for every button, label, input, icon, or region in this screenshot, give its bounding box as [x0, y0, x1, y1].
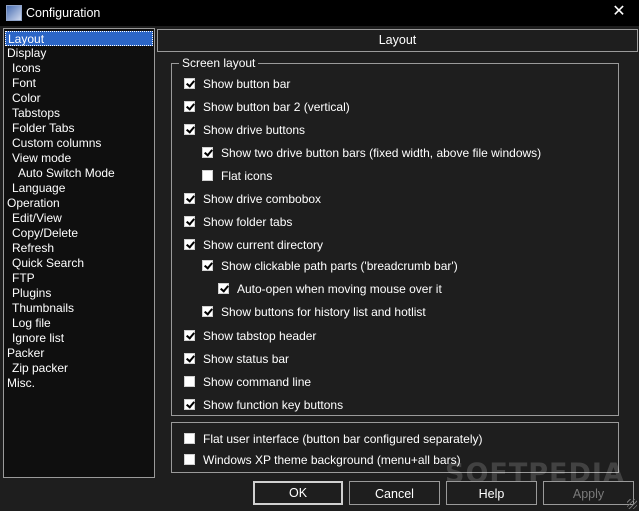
cancel-button[interactable]: Cancel	[349, 481, 440, 505]
tree-item-icons[interactable]: Icons	[12, 61, 41, 75]
tree-item-font[interactable]: Font	[12, 76, 36, 90]
checkbox[interactable]	[202, 260, 213, 271]
option-label: Auto-open when moving mouse over it	[237, 282, 442, 296]
help-button[interactable]: Help	[446, 481, 537, 505]
option-label: Show two drive button bars (fixed width,…	[221, 146, 542, 160]
tree-item-misc[interactable]: Misc.	[7, 376, 35, 390]
option-label: Show drive combobox	[203, 192, 322, 206]
option-label: Windows XP theme background (menu+all ba…	[203, 453, 461, 467]
checkbox[interactable]	[184, 399, 195, 410]
tree-item-edit-view[interactable]: Edit/View	[12, 211, 62, 225]
tree-item-display[interactable]: Display	[7, 46, 46, 60]
option-label: Show current directory	[203, 238, 324, 252]
tree-item-view-mode[interactable]: View mode	[12, 151, 71, 165]
apply-button[interactable]: Apply	[543, 481, 634, 505]
section-header: Layout	[157, 29, 638, 52]
tree-item-refresh[interactable]: Refresh	[12, 241, 54, 255]
checkbox[interactable]	[202, 306, 213, 317]
option-label: Flat icons	[221, 169, 273, 183]
resize-grip-icon[interactable]	[627, 499, 637, 509]
title-bar: Configuration ✕	[0, 0, 639, 26]
tree-item-auto-switch-mode[interactable]: Auto Switch Mode	[18, 166, 115, 180]
option-label: Show function key buttons	[203, 398, 344, 412]
option-label: Show button bar	[203, 77, 291, 91]
tree-item-color[interactable]: Color	[12, 91, 41, 105]
app-icon	[6, 5, 22, 21]
tree-item-copy-delete[interactable]: Copy/Delete	[12, 226, 78, 240]
option-label: Show button bar 2 (vertical)	[203, 100, 350, 114]
checkbox[interactable]	[184, 78, 195, 89]
checkbox[interactable]	[184, 433, 195, 444]
ok-button[interactable]: OK	[253, 481, 343, 505]
category-tree[interactable]: Layout Display Icons Font Color Tabstops…	[3, 28, 155, 478]
tree-item-ignore-list[interactable]: Ignore list	[12, 331, 64, 345]
option-label: Show command line	[203, 375, 312, 389]
tree-item-packer[interactable]: Packer	[7, 346, 44, 360]
tree-item-operation[interactable]: Operation	[7, 196, 60, 210]
checkbox[interactable]	[184, 239, 195, 250]
option-label: Show folder tabs	[203, 215, 293, 229]
tree-item-custom-columns[interactable]: Custom columns	[12, 136, 101, 150]
tree-item-layout[interactable]: Layout	[5, 31, 153, 46]
tree-item-language[interactable]: Language	[12, 181, 65, 195]
tree-item-folder-tabs[interactable]: Folder Tabs	[12, 121, 74, 135]
checkbox[interactable]	[184, 330, 195, 341]
checkbox[interactable]	[184, 216, 195, 227]
close-button[interactable]: ✕	[599, 0, 639, 26]
checkbox[interactable]	[184, 454, 195, 465]
option-label: Show tabstop header	[203, 329, 317, 343]
screen-layout-title: Screen layout	[179, 57, 259, 70]
checkbox[interactable]	[184, 353, 195, 364]
tree-item-zip-packer[interactable]: Zip packer	[12, 361, 68, 375]
checkbox[interactable]	[202, 147, 213, 158]
tree-item-thumbnails[interactable]: Thumbnails	[12, 301, 74, 315]
tree-item-plugins[interactable]: Plugins	[12, 286, 51, 300]
tree-item-log-file[interactable]: Log file	[12, 316, 51, 330]
checkbox[interactable]	[202, 170, 213, 181]
option-label: Show drive buttons	[203, 123, 306, 137]
tree-item-tabstops[interactable]: Tabstops	[12, 106, 60, 120]
checkbox[interactable]	[184, 376, 195, 387]
tree-item-quick-search[interactable]: Quick Search	[12, 256, 84, 270]
tree-item-ftp[interactable]: FTP	[12, 271, 35, 285]
checkbox[interactable]	[218, 283, 229, 294]
option-label: Show clickable path parts ('breadcrumb b…	[221, 259, 458, 273]
checkbox[interactable]	[184, 193, 195, 204]
option-label: Show status bar	[203, 352, 290, 366]
checkbox[interactable]	[184, 124, 195, 135]
window-title: Configuration	[26, 6, 101, 20]
checkbox[interactable]	[184, 101, 195, 112]
option-label: Flat user interface (button bar configur…	[203, 432, 483, 446]
option-label: Show buttons for history list and hotlis…	[221, 305, 426, 319]
